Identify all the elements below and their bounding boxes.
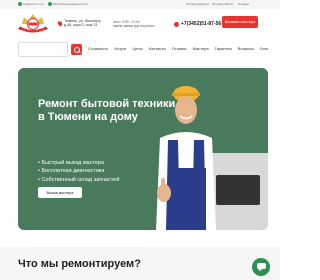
phone[interactable]: +7(3452)51-87-56 [174, 21, 221, 27]
working-hours: пн-пт: 9:00 - 21:00 прием заявок круглос… [113, 20, 155, 29]
hero-banner: Ремонт бытовой техники в Тюмени на дому … [18, 68, 268, 230]
hero-bullet: • Быстрый выезд мастера [38, 160, 105, 166]
hero-bullet: • Бесплатная диагностика [38, 168, 105, 175]
nav-item-blog[interactable]: Блог [260, 46, 269, 51]
topbar-link-reviews[interactable]: Отзывы [238, 1, 249, 7]
check-icon [48, 2, 52, 6]
phone-number[interactable]: +7(3452)51-87-56 [181, 21, 221, 27]
location-pin-icon [56, 20, 64, 27]
oven-window [216, 175, 260, 205]
nav-item-reviews[interactable]: Отзывы [172, 46, 187, 51]
services-title: Что мы ремонтируем? [18, 258, 141, 270]
nav-item-faq[interactable]: Вопросы [238, 46, 254, 51]
address: Тюмень, ул. Шиллера, д.46, корп.3, пом.1… [56, 19, 102, 28]
badge-warranty-label: Гарантия 1 год [23, 2, 44, 6]
nav-item-masters[interactable]: Мастера [193, 46, 209, 51]
nav-item-prices[interactable]: Цены [132, 46, 142, 51]
badge-diagnostics-label: Бесплатная диагностика [53, 2, 88, 6]
call-master-button[interactable]: Вызвать мастера [222, 16, 258, 28]
nav-item-services[interactable]: Услуги [114, 46, 126, 51]
badge-diagnostics: Бесплатная диагностика [48, 1, 87, 7]
nav-item-cost[interactable]: Стоимость [88, 46, 108, 51]
nav-menu: Стоимость Услуги Цены Контакты Отзывы Ма… [88, 46, 269, 51]
logo[interactable] [18, 11, 48, 35]
address-text: Тюмень, ул. Шиллера, д.46, корп.3, пом.1… [64, 19, 102, 28]
nav-item-contacts[interactable]: Контакты [149, 46, 166, 51]
search-input[interactable] [18, 42, 68, 57]
hero-call-master-button[interactable]: Вызов мастера [38, 187, 82, 198]
topbar-link-work[interactable]: Оплата работы [212, 1, 233, 7]
search-icon[interactable] [71, 44, 82, 55]
badge-warranty: Гарантия 1 год [18, 1, 44, 7]
main-nav: Стоимость Услуги Цены Контакты Отзывы Ма… [18, 42, 269, 57]
nav-item-warranty[interactable]: Гарантия [215, 46, 232, 51]
check-icon [18, 2, 22, 6]
top-bar: Гарантия 1 год Бесплатная диагностика Оп… [0, 0, 280, 9]
hero-title: Ремонт бытовой техники в Тюмени на дому [38, 98, 176, 123]
hero-bullets: • Быстрый выезд мастера • Бесплатная диа… [38, 159, 119, 184]
hours-line-2: прием заявок круглосуточно [113, 24, 155, 29]
hero-bullet: • Собственный склад запчастей [38, 176, 120, 183]
topbar-link-payment[interactable]: Оплата ремонта [186, 1, 209, 7]
chat-icon[interactable] [252, 258, 270, 276]
phone-icon [174, 21, 179, 27]
